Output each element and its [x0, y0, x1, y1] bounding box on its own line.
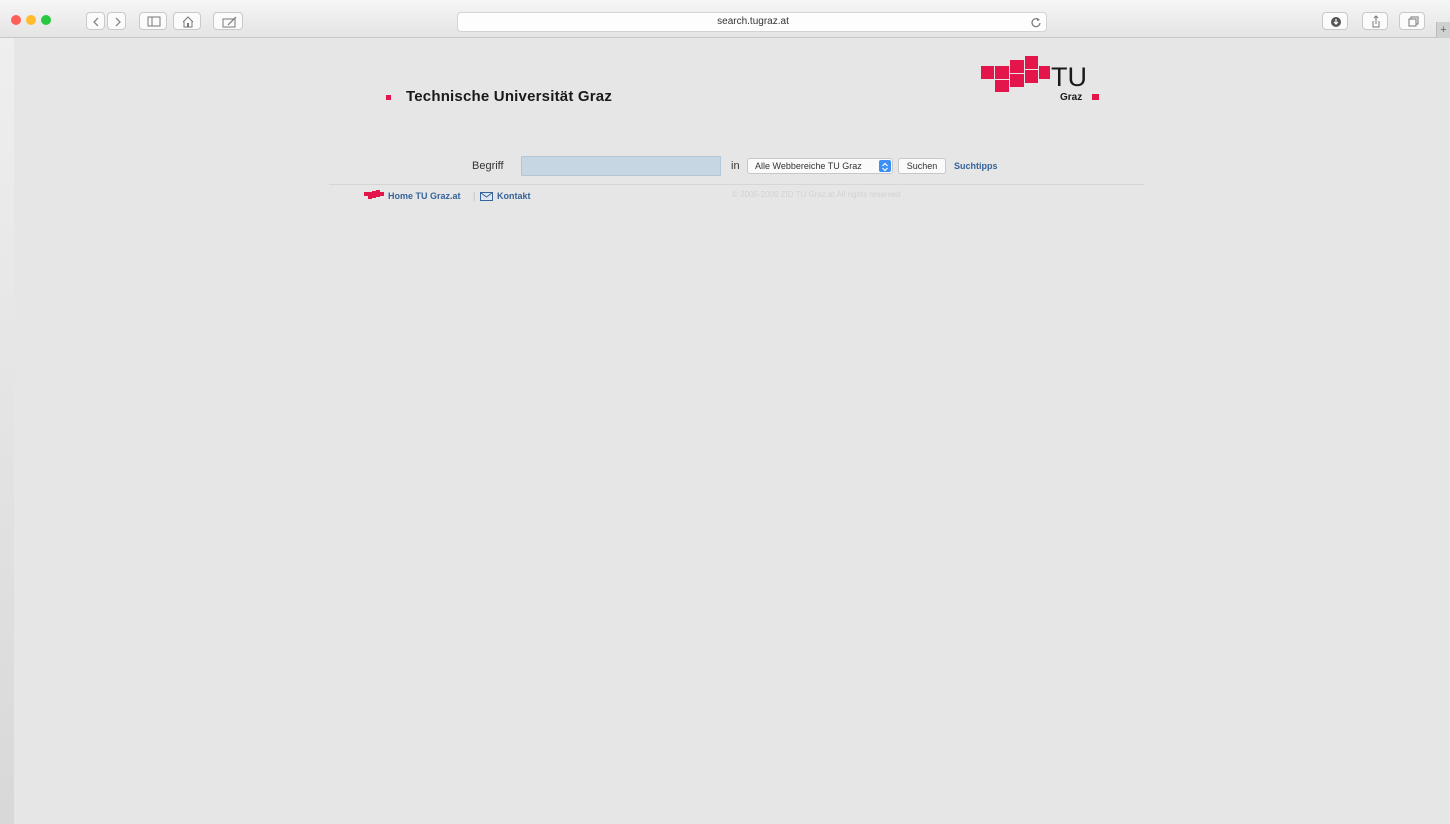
search-input[interactable] [521, 156, 721, 176]
logo-graz-text: Graz [1060, 92, 1082, 102]
window-left-edge [0, 0, 14, 824]
zoom-window-button[interactable] [41, 15, 51, 25]
address-text[interactable]: search.tugraz.at [458, 13, 1048, 31]
tabs-icon [1408, 16, 1419, 27]
download-icon [1331, 17, 1341, 27]
back-icon [93, 17, 99, 27]
tabs-button[interactable] [1399, 12, 1425, 30]
brand-bullet-icon [386, 95, 391, 100]
mail-icon[interactable] [480, 192, 493, 201]
reload-icon[interactable] [1030, 16, 1042, 28]
sidebar-icon [147, 16, 161, 27]
minimize-window-button[interactable] [26, 15, 36, 25]
scope-label: in [731, 160, 740, 172]
forward-icon [115, 17, 121, 27]
browser-toolbar: search.tugraz.at + [0, 0, 1450, 38]
tu-graz-mini-logo-icon[interactable] [364, 190, 384, 199]
plus-icon: + [1440, 24, 1447, 36]
home-icon [182, 16, 194, 28]
search-button[interactable]: Suchen [898, 158, 946, 174]
home-button[interactable] [173, 12, 201, 30]
share-button[interactable] [1362, 12, 1388, 30]
back-button[interactable] [86, 12, 105, 30]
close-window-button[interactable] [11, 15, 21, 25]
search-form: Begriff in Alle Webbereiche TU Graz Such… [0, 156, 1450, 178]
address-bar[interactable]: search.tugraz.at [457, 12, 1047, 32]
new-tab-button[interactable]: + [1436, 22, 1450, 38]
footer: Home TU Graz.at | Kontakt © 2005-2009 ZI… [0, 190, 1450, 204]
share-icon [1372, 15, 1380, 28]
logo-tu-text: TU [1051, 62, 1087, 92]
scope-selected-value: Alle Webbereiche TU Graz [755, 161, 862, 171]
forward-button[interactable] [107, 12, 126, 30]
footer-separator: | [473, 191, 476, 201]
search-term-label: Begriff [472, 160, 504, 172]
scope-select[interactable]: Alle Webbereiche TU Graz [747, 158, 893, 174]
sidebar-button[interactable] [139, 12, 167, 30]
page-title: Technische Universität Graz [406, 88, 613, 105]
download-button[interactable] [1322, 12, 1348, 30]
select-stepper-icon [879, 160, 891, 172]
tu-graz-logo[interactable]: TU Graz [981, 56, 1101, 102]
search-tips-link[interactable]: Suchtipps [954, 161, 998, 171]
contact-link[interactable]: Kontakt [497, 191, 531, 201]
copyright-text: © 2005-2009 ZID TU Graz.at All rights re… [732, 190, 901, 199]
edit-button[interactable] [213, 12, 243, 30]
edit-icon [222, 16, 237, 28]
home-link[interactable]: Home TU Graz.at [388, 191, 461, 201]
divider [329, 184, 1144, 185]
